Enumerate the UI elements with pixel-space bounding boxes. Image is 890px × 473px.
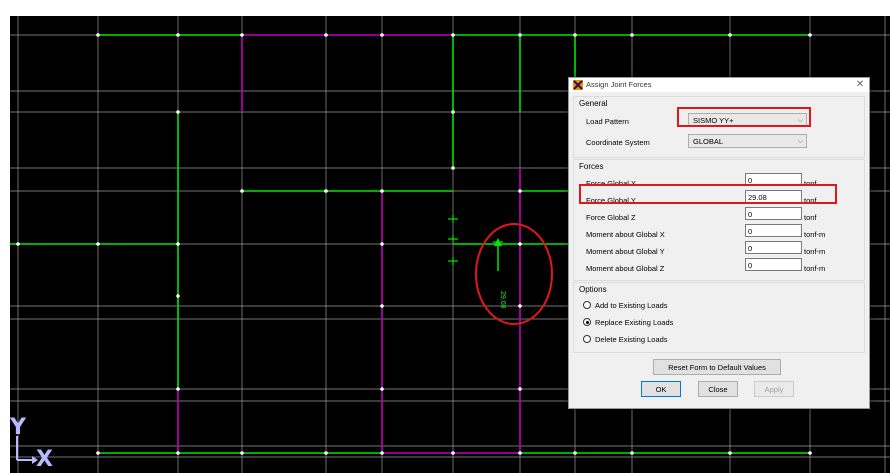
joint-node[interactable] bbox=[728, 451, 732, 455]
joint-node[interactable] bbox=[96, 242, 100, 246]
moment-x-unit: tonf-m bbox=[804, 230, 826, 239]
coordinate-system-label: Coordinate System bbox=[586, 138, 650, 147]
joint-node[interactable] bbox=[176, 110, 180, 114]
close-button[interactable]: Close bbox=[698, 381, 738, 397]
joint-node[interactable] bbox=[324, 451, 328, 455]
joint-node[interactable] bbox=[728, 33, 732, 37]
forces-group: Forces Force Global X 0 tonf Force Globa… bbox=[573, 159, 865, 281]
joint-node[interactable] bbox=[176, 294, 180, 298]
joint-node[interactable] bbox=[808, 451, 812, 455]
general-group: General Load Pattern SISMO YY+ ⌵ Coordin… bbox=[573, 96, 865, 158]
joint-node[interactable] bbox=[96, 451, 100, 455]
joint-node[interactable] bbox=[573, 33, 577, 37]
moment-z-label: Moment about Global Z bbox=[586, 264, 665, 273]
close-icon[interactable]: ✕ bbox=[853, 78, 867, 92]
joint-node[interactable] bbox=[518, 304, 522, 308]
delete-existing-radio[interactable] bbox=[583, 335, 591, 343]
force-z-field[interactable]: 0 bbox=[745, 207, 802, 220]
joint-node[interactable] bbox=[380, 387, 384, 391]
joint-node[interactable] bbox=[451, 110, 455, 114]
forces-group-title: Forces bbox=[579, 162, 604, 171]
force-z-unit: tonf bbox=[804, 213, 817, 222]
assign-joint-forces-dialog[interactable]: Assign Joint Forces ✕ General Load Patte… bbox=[568, 77, 870, 409]
add-existing-label[interactable]: Add to Existing Loads bbox=[595, 301, 668, 310]
joint-node[interactable] bbox=[518, 242, 522, 246]
joint-node[interactable] bbox=[630, 451, 634, 455]
joint-node[interactable] bbox=[380, 33, 384, 37]
joint-node[interactable] bbox=[808, 33, 812, 37]
moment-x-field[interactable]: 0 bbox=[745, 224, 802, 237]
joint-node[interactable] bbox=[324, 189, 328, 193]
load-pattern-label: Load Pattern bbox=[586, 117, 629, 126]
general-group-title: General bbox=[579, 99, 608, 108]
ok-button[interactable]: OK bbox=[641, 381, 681, 397]
joint-node[interactable] bbox=[380, 304, 384, 308]
sap-app-icon bbox=[573, 80, 583, 90]
apply-button: Apply bbox=[754, 381, 794, 397]
add-existing-radio[interactable] bbox=[583, 301, 591, 309]
moment-y-label: Moment about Global Y bbox=[586, 247, 665, 256]
joint-node[interactable] bbox=[630, 33, 634, 37]
force-y-highlight bbox=[579, 184, 837, 204]
joint-node[interactable] bbox=[176, 242, 180, 246]
options-group-title: Options bbox=[579, 285, 607, 294]
moment-y-unit: tonf-m bbox=[804, 247, 826, 256]
coordinate-system-select[interactable]: GLOBAL ⌵ bbox=[688, 134, 807, 148]
load-arrow-label: 29.08 bbox=[499, 291, 506, 309]
joint-node[interactable] bbox=[16, 242, 20, 246]
moment-y-field[interactable]: 0 bbox=[745, 241, 802, 254]
joint-node[interactable] bbox=[380, 451, 384, 455]
joint-node[interactable] bbox=[96, 33, 100, 37]
axis-arrows-icon bbox=[16, 436, 38, 464]
joint-node[interactable] bbox=[518, 451, 522, 455]
joint-node[interactable] bbox=[240, 451, 244, 455]
joint-node[interactable] bbox=[240, 33, 244, 37]
joint-node[interactable] bbox=[451, 451, 455, 455]
dialog-title-bar[interactable]: Assign Joint Forces ✕ bbox=[569, 78, 869, 92]
callout-ellipse bbox=[475, 223, 553, 325]
chevron-down-icon: ⌵ bbox=[797, 138, 803, 145]
replace-existing-label[interactable]: Replace Existing Loads bbox=[595, 318, 673, 327]
joint-node[interactable] bbox=[176, 387, 180, 391]
load-pattern-highlight bbox=[677, 107, 811, 127]
joint-node[interactable] bbox=[240, 189, 244, 193]
moment-z-unit: tonf-m bbox=[804, 264, 826, 273]
coordinate-system-value: GLOBAL bbox=[693, 137, 724, 146]
joint-node[interactable] bbox=[176, 33, 180, 37]
delete-existing-label[interactable]: Delete Existing Loads bbox=[595, 335, 668, 344]
joint-node[interactable] bbox=[451, 166, 455, 170]
moment-z-field[interactable]: 0 bbox=[745, 258, 802, 271]
joint-node[interactable] bbox=[451, 33, 455, 37]
dialog-title: Assign Joint Forces bbox=[586, 80, 652, 89]
reset-form-button[interactable]: Reset Form to Default Values bbox=[653, 359, 781, 375]
joint-node[interactable] bbox=[518, 387, 522, 391]
joint-node[interactable] bbox=[380, 189, 384, 193]
joint-node[interactable] bbox=[324, 33, 328, 37]
moment-x-label: Moment about Global X bbox=[586, 230, 665, 239]
joint-node[interactable] bbox=[518, 33, 522, 37]
joint-node[interactable] bbox=[518, 189, 522, 193]
joint-node[interactable] bbox=[176, 451, 180, 455]
force-z-label: Force Global Z bbox=[586, 213, 636, 222]
joint-node[interactable] bbox=[573, 451, 577, 455]
options-group: Options Add to Existing Loads Replace Ex… bbox=[573, 282, 865, 353]
joint-node[interactable] bbox=[380, 242, 384, 246]
replace-existing-radio[interactable] bbox=[583, 318, 591, 326]
